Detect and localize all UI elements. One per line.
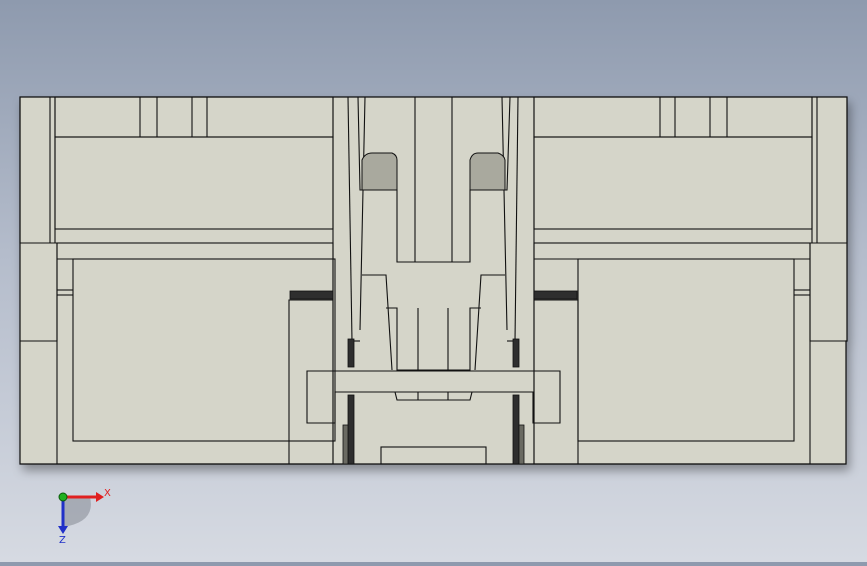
right-channel-lower — [512, 394, 520, 465]
left-channel-mid — [342, 424, 349, 465]
part-body — [19, 96, 848, 465]
coordinate-triad: X Z — [58, 488, 111, 546]
left-cutout — [361, 152, 398, 191]
y-axis-dot — [58, 492, 68, 502]
right-channel-upper — [512, 338, 520, 368]
cad-drawing: X Z — [19, 96, 848, 546]
left-channel-upper — [347, 338, 355, 368]
z-axis-label: Z — [59, 535, 66, 546]
right-cutout — [469, 152, 506, 191]
x-axis-head — [96, 492, 104, 502]
z-axis-head — [58, 526, 68, 534]
right-channel-mid — [518, 424, 525, 465]
right-groove — [533, 290, 578, 300]
x-axis-label: X — [104, 488, 111, 499]
left-groove — [289, 290, 334, 300]
part-silhouette — [19, 96, 848, 465]
cad-viewport[interactable]: X Z — [0, 0, 867, 562]
left-channel-lower — [347, 394, 355, 465]
triad-shadow — [63, 497, 91, 527]
